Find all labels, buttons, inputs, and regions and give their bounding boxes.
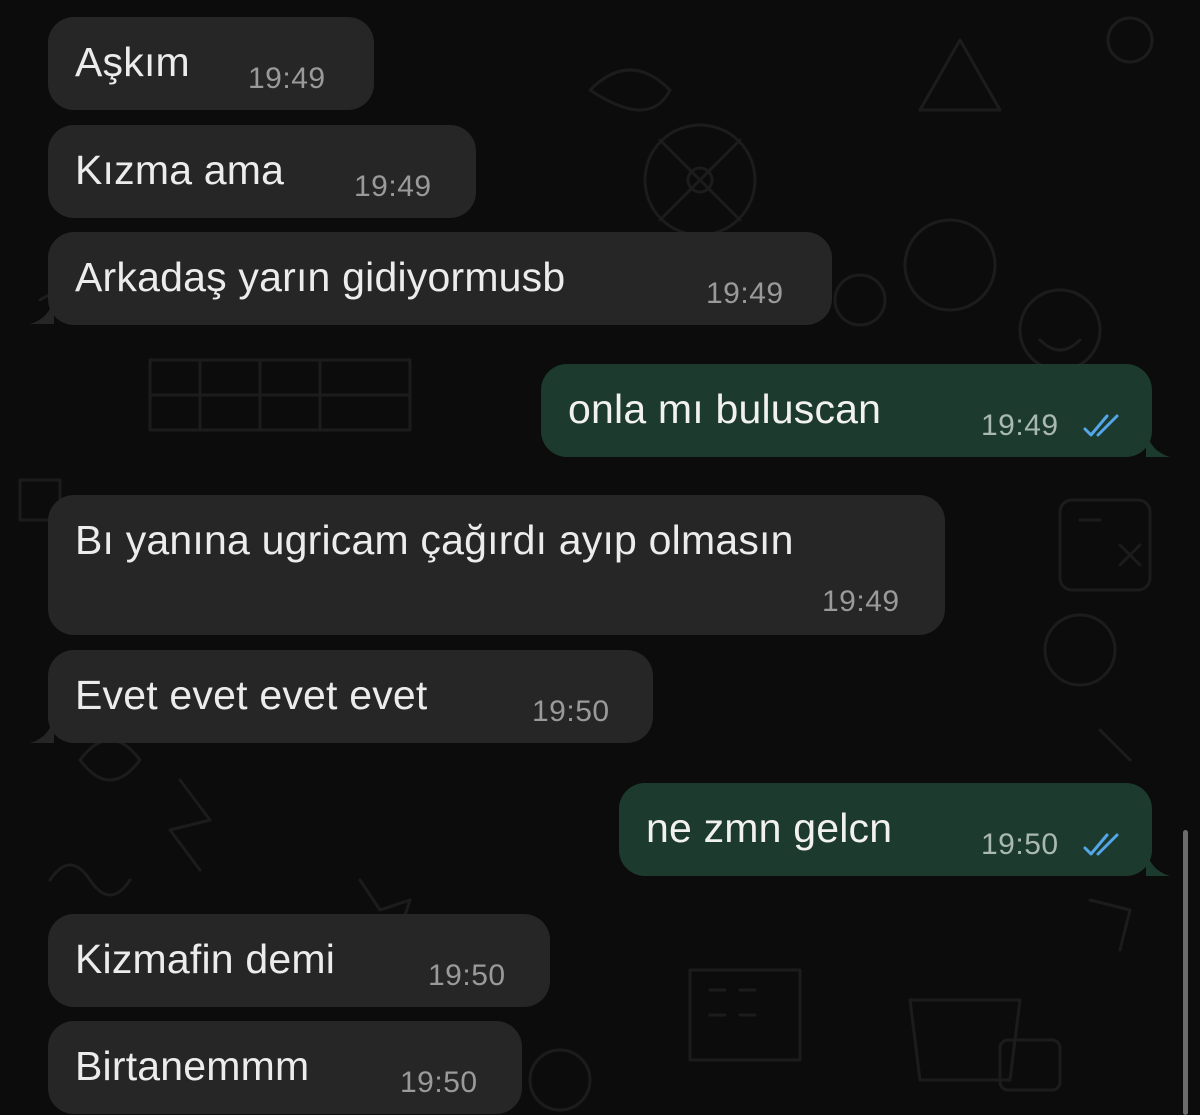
message-text: onla mı buluscan	[568, 386, 882, 432]
message-text: Birtanemmm	[75, 1043, 310, 1089]
message-text: Kizmafin demi	[75, 936, 336, 982]
message-time: 19:49	[354, 170, 432, 203]
message-time: 19:49	[822, 585, 900, 618]
message-time: 19:50	[428, 959, 506, 992]
double-check-read-icon	[1083, 414, 1119, 437]
message-time: 19:50	[532, 695, 610, 728]
outgoing-message[interactable]: onla mı buluscan 19:49	[541, 364, 1152, 457]
bubble-tail	[30, 715, 54, 743]
incoming-message[interactable]: Bı yanına ugricam çağırdı ayıp olmasın 1…	[48, 495, 945, 635]
message-text: Kızma ama	[75, 147, 285, 193]
message-time: 19:50	[400, 1066, 478, 1099]
message-time: 19:50	[981, 828, 1059, 861]
message-text: Arkadaş yarın gidiyormusb	[75, 254, 566, 300]
bubble-tail	[1146, 429, 1170, 457]
bubble-tail	[30, 296, 54, 324]
incoming-message[interactable]: Kızma ama 19:49	[48, 125, 476, 218]
message-text: Aşkım	[75, 39, 190, 85]
incoming-message[interactable]: Evet evet evet evet 19:50	[48, 650, 653, 743]
scrollbar[interactable]	[1183, 830, 1188, 1115]
incoming-message[interactable]: Birtanemmm 19:50	[48, 1021, 522, 1114]
incoming-message[interactable]: Aşkım 19:49	[48, 17, 374, 110]
incoming-message[interactable]: Arkadaş yarın gidiyormusb 19:49	[48, 232, 832, 325]
double-check-read-icon	[1083, 833, 1119, 856]
message-time: 19:49	[981, 409, 1059, 442]
outgoing-message[interactable]: ne zmn gelcn 19:50	[619, 783, 1152, 876]
incoming-message[interactable]: Kizmafin demi 19:50	[48, 914, 550, 1007]
bubble-tail	[1146, 848, 1170, 876]
chat-view: Aşkım 19:49 Kızma ama 19:49 Arkadaş yarı…	[0, 0, 1200, 1115]
message-text: Bı yanına ugricam çağırdı ayıp olmasın	[75, 517, 794, 563]
message-text: Evet evet evet evet	[75, 672, 428, 718]
message-time: 19:49	[248, 62, 326, 95]
message-text: ne zmn gelcn	[646, 805, 893, 851]
message-time: 19:49	[706, 277, 784, 310]
